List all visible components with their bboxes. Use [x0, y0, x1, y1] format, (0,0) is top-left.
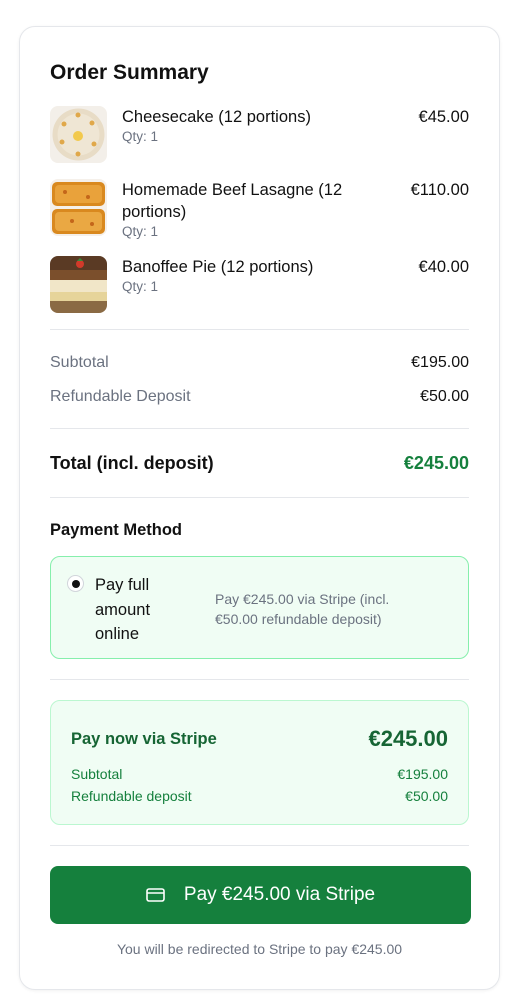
payment-method-title: Payment Method: [50, 521, 183, 539]
stripe-deposit-row: Refundable deposit €50.00: [71, 785, 448, 807]
item-price: €45.00: [418, 108, 469, 126]
order-items-list: Cheesecake (12 portions) Qty: 1 €45.00 H…: [50, 106, 469, 313]
stripe-deposit-value: €50.00: [405, 788, 448, 804]
deposit-row: Refundable Deposit €50.00: [50, 387, 469, 407]
item-name: Homemade Beef Lasagne (12 portions): [122, 181, 343, 221]
subtotal-label: Subtotal: [50, 354, 109, 371]
item-name: Cheesecake (12 portions): [122, 108, 311, 126]
order-summary-card: Order Summary Cheesecake (12 portions) Q…: [19, 26, 500, 990]
lasagne-image: [50, 179, 107, 236]
divider: [50, 845, 469, 846]
stripe-subtotal-row: Subtotal €195.00: [71, 763, 448, 785]
divider: [50, 497, 469, 498]
radio-selected-dot: [71, 579, 80, 588]
pay-via-stripe-button[interactable]: Pay €245.00 via Stripe: [50, 866, 471, 924]
deposit-label: Refundable Deposit: [50, 388, 191, 405]
total-row: Total (incl. deposit) €245.00: [50, 429, 469, 497]
stripe-summary-amount: €245.00: [368, 726, 448, 751]
payment-option-description: Pay €245.00 via Stripe (incl. €50.00 ref…: [215, 591, 390, 627]
credit-card-icon: [146, 888, 165, 902]
subtotal-value: €195.00: [411, 354, 469, 371]
item-price: €40.00: [418, 258, 469, 276]
divider: [50, 329, 469, 330]
cheesecake-image: [50, 106, 107, 163]
item-qty: Qty: 1: [122, 129, 159, 144]
deposit-value: €50.00: [420, 388, 469, 405]
item-name: Banoffee Pie (12 portions): [122, 258, 314, 276]
total-label: Total (incl. deposit): [50, 452, 214, 473]
order-item: Cheesecake (12 portions) Qty: 1 €45.00: [50, 106, 469, 163]
item-qty: Qty: 1: [122, 279, 159, 294]
item-qty: Qty: 1: [122, 224, 159, 239]
subtotal-row: Subtotal €195.00: [50, 353, 469, 373]
payment-option-label: Pay full amount online: [95, 576, 151, 643]
redirect-note: You will be redirected to Stripe to pay …: [116, 941, 403, 957]
divider: [50, 679, 469, 680]
banoffee-pie-image: [50, 256, 107, 313]
stripe-deposit-label: Refundable deposit: [71, 788, 192, 804]
stripe-summary-label: Pay now via Stripe: [71, 729, 217, 748]
payment-option-full-online[interactable]: Pay full amount online Pay €245.00 via S…: [50, 556, 469, 659]
total-value: €245.00: [403, 452, 469, 473]
payment-option-radio[interactable]: [67, 575, 84, 592]
item-price: €110.00: [410, 181, 469, 199]
stripe-subtotal-label: Subtotal: [71, 766, 123, 782]
order-item: Banoffee Pie (12 portions) Qty: 1 €40.00: [50, 256, 469, 313]
order-summary-title: Order Summary: [50, 61, 209, 84]
order-item: Homemade Beef Lasagne (12 portions) Qty:…: [50, 179, 469, 240]
stripe-payment-summary: Pay now via Stripe €245.00 Subtotal €195…: [50, 700, 469, 825]
stripe-subtotal-value: €195.00: [397, 766, 448, 782]
pay-button-label: Pay €245.00 via Stripe: [183, 884, 376, 905]
